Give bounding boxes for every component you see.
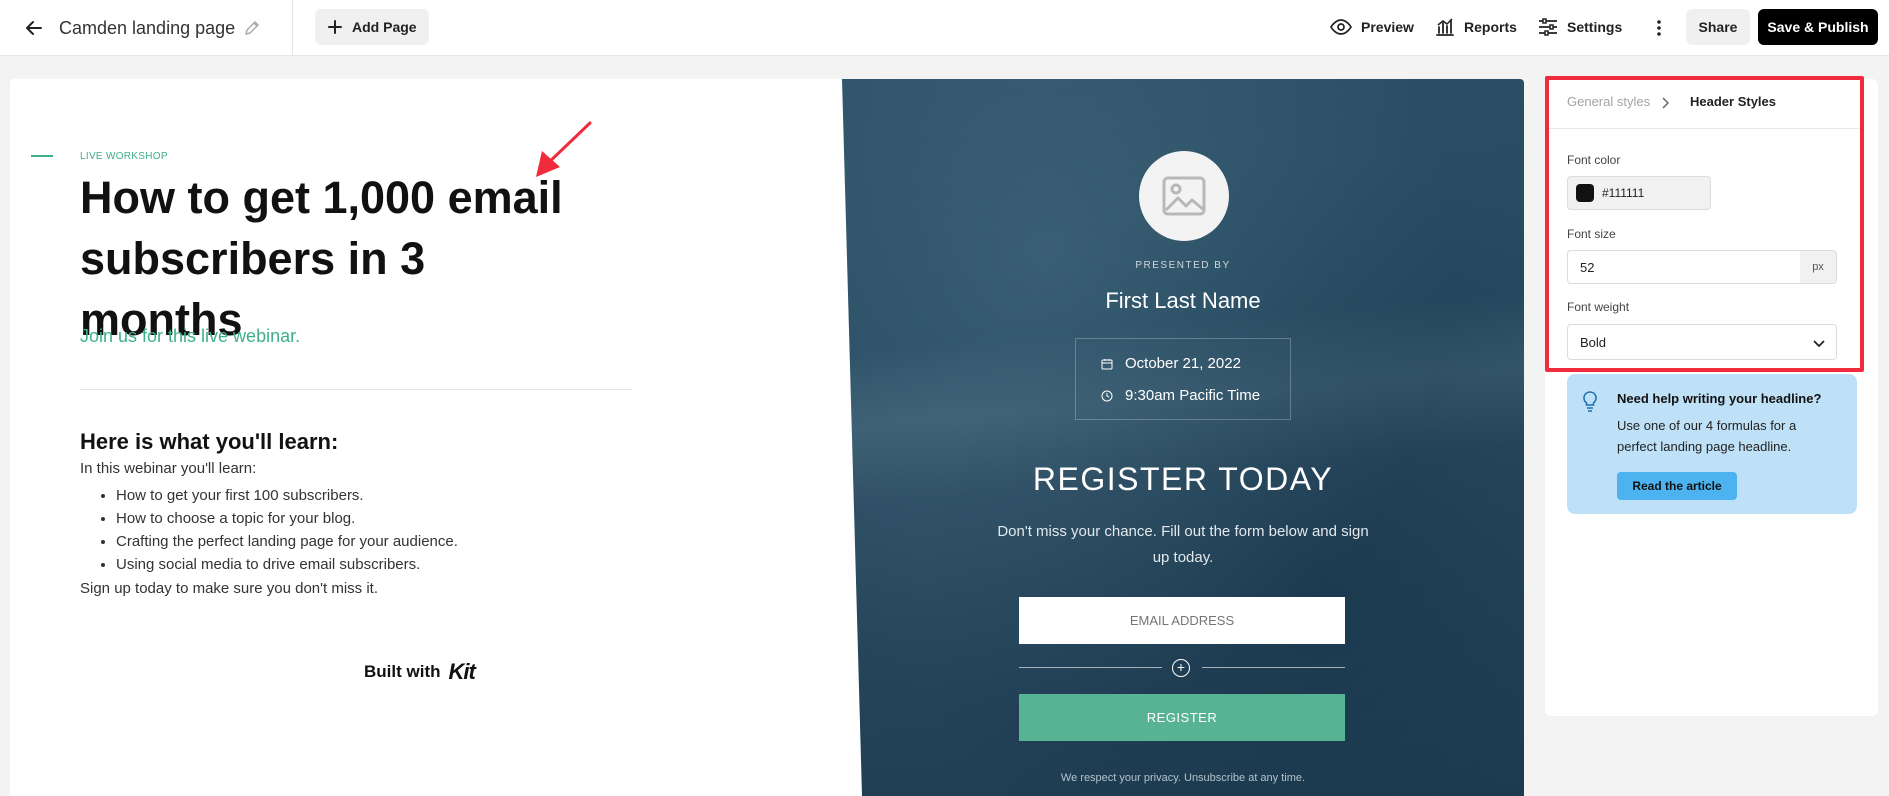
font-weight-value: Bold <box>1580 334 1607 350</box>
event-date-row: October 21, 2022 <box>1101 355 1241 372</box>
settings-label: Settings <box>1567 19 1623 35</box>
learn-list[interactable]: How to get your first 100 subscribers. H… <box>116 484 458 576</box>
learn-heading[interactable]: Here is what you'll learn: <box>80 429 338 455</box>
email-field[interactable] <box>1019 597 1345 644</box>
built-with-label: Built with <box>364 662 441 681</box>
preview-button[interactable]: Preview <box>1330 14 1414 40</box>
clock-icon <box>1101 390 1113 401</box>
presented-by-label: PRESENTED BY <box>1135 260 1231 271</box>
chevron-right-icon <box>1662 97 1670 109</box>
register-button[interactable]: REGISTER <box>1019 694 1345 741</box>
reports-button[interactable]: Reports <box>1435 14 1517 40</box>
eye-icon <box>1330 19 1352 35</box>
pencil-icon[interactable] <box>242 18 262 38</box>
help-title: Need help writing your headline? <box>1617 391 1822 406</box>
presenter-avatar[interactable] <box>1139 151 1229 241</box>
hero-panel[interactable]: PRESENTED BY First Last Name October 21,… <box>842 79 1524 796</box>
register-description[interactable]: Don't miss your chance. Fill out the for… <box>992 519 1374 571</box>
more-options-icon[interactable] <box>1648 16 1670 40</box>
bar-chart-icon <box>1436 18 1454 36</box>
font-size-unit: px <box>1800 250 1837 284</box>
toolbar-divider <box>292 0 293 56</box>
calendar-icon <box>1101 358 1113 369</box>
font-color-picker[interactable]: #111111 <box>1567 176 1711 210</box>
add-page-button[interactable]: Add Page <box>315 9 429 45</box>
divider-line <box>1202 667 1345 668</box>
headline-help-card: Need help writing your headline? Use one… <box>1567 374 1857 514</box>
read-article-button[interactable]: Read the article <box>1617 472 1737 500</box>
color-swatch[interactable] <box>1576 184 1594 202</box>
chevron-down-icon <box>1813 340 1825 348</box>
plus-icon <box>328 20 342 34</box>
list-item: Using social media to drive email subscr… <box>116 553 458 576</box>
font-size-input[interactable] <box>1567 250 1801 284</box>
register-heading[interactable]: REGISTER TODAY <box>842 461 1524 498</box>
settings-button[interactable]: Settings <box>1538 14 1622 40</box>
page-headline[interactable]: How to get 1,000 email subscribers in 3 … <box>80 167 600 350</box>
list-item: How to get your first 100 subscribers. <box>116 484 458 507</box>
content-divider <box>80 389 632 390</box>
event-details-box[interactable]: October 21, 2022 9:30am Pacific Time <box>1075 338 1291 420</box>
save-publish-button[interactable]: Save & Publish <box>1758 9 1878 45</box>
image-placeholder-icon <box>1162 176 1206 216</box>
page-canvas: LIVE WORKSHOP How to get 1,000 email sub… <box>10 79 1524 796</box>
learn-intro[interactable]: In this webinar you'll learn: <box>80 460 256 477</box>
top-toolbar: Camden landing page Add Page Preview Rep… <box>0 0 1889 56</box>
font-size-label: Font size <box>1567 227 1616 241</box>
lightbulb-icon <box>1583 391 1597 412</box>
add-field-icon[interactable]: + <box>1172 659 1190 677</box>
learn-outro[interactable]: Sign up today to make sure you don't mis… <box>80 580 378 597</box>
subheadline[interactable]: Join us for this live webinar. <box>80 326 300 347</box>
event-date: October 21, 2022 <box>1125 355 1241 372</box>
add-field-row: + <box>1019 658 1345 678</box>
event-time-row: 9:30am Pacific Time <box>1101 387 1260 404</box>
list-item: Crafting the perfect landing page for yo… <box>116 530 458 553</box>
page-title[interactable]: Camden landing page <box>59 16 235 40</box>
help-text: Use one of our 4 formulas for a perfect … <box>1617 418 1797 454</box>
reports-label: Reports <box>1464 19 1517 35</box>
accent-dash <box>31 155 53 157</box>
built-with-badge[interactable]: Built with Kit <box>364 659 476 685</box>
divider-line <box>1019 667 1162 668</box>
breadcrumb-general-styles[interactable]: General styles <box>1567 94 1650 109</box>
preview-label: Preview <box>1361 19 1414 35</box>
sliders-icon <box>1539 18 1557 36</box>
font-color-value: #111111 <box>1602 186 1645 200</box>
kit-logo: Kit <box>448 659 475 684</box>
breadcrumb-header-styles: Header Styles <box>1690 94 1776 109</box>
share-button[interactable]: Share <box>1686 9 1750 45</box>
annotation-arrow-icon <box>536 121 592 177</box>
content-column: LIVE WORKSHOP How to get 1,000 email sub… <box>10 79 842 796</box>
font-color-label: Font color <box>1567 153 1621 167</box>
presenter-name[interactable]: First Last Name <box>842 288 1524 314</box>
back-arrow-icon[interactable] <box>22 16 46 40</box>
add-page-label: Add Page <box>352 19 417 35</box>
sidebar-divider <box>1545 128 1864 129</box>
list-item: How to choose a topic for your blog. <box>116 507 458 530</box>
privacy-note[interactable]: We respect your privacy. Unsubscribe at … <box>842 772 1524 784</box>
eyebrow-text[interactable]: LIVE WORKSHOP <box>80 151 168 162</box>
font-weight-label: Font weight <box>1567 300 1630 314</box>
event-time: 9:30am Pacific Time <box>1125 387 1261 404</box>
font-weight-select[interactable]: Bold <box>1567 324 1837 360</box>
